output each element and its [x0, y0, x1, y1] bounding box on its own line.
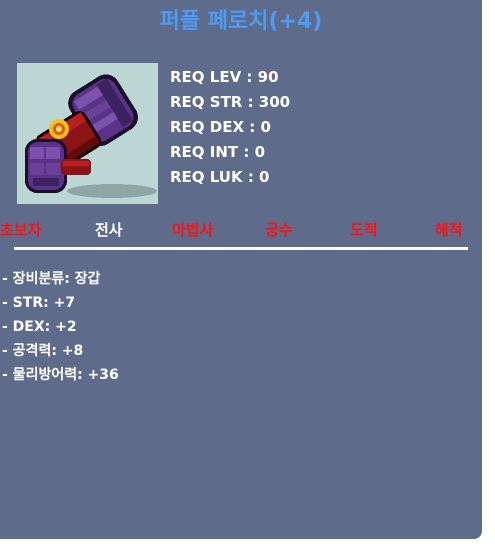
- stat-attack: - 공격력: +8: [2, 343, 84, 359]
- stat-list: - 장비분류: 장갑 - STR: +7 - DEX: +2 - 공격력: +8…: [2, 269, 119, 389]
- item-tooltip: 퍼플 페로치(+4) REQ LEV: 90 REQ STR: 300 RE…: [0, 0, 482, 539]
- job-bowman: 궁수: [265, 221, 293, 239]
- stat-dex: - DEX: +2: [2, 319, 77, 335]
- requirement-list: REQ LEV : 90 REQ STR : 300 REQ DEX : 0 R…: [170, 67, 290, 192]
- purple-glove-icon: [17, 63, 158, 204]
- job-warrior: 전사: [95, 221, 123, 239]
- stat-category: - 장비분류: 장갑: [2, 271, 101, 287]
- stat-str: - STR: +7: [2, 295, 76, 311]
- job-list: 초보자 전사 마법사 궁수 도적 해적: [0, 220, 482, 242]
- job-thief: 도적: [350, 221, 378, 239]
- job-magician: 마법사: [172, 221, 214, 239]
- item-name: 퍼플 페로치(+4): [159, 9, 323, 34]
- req-int: REQ INT : 0: [170, 143, 266, 161]
- stat-defense: - 물리방어력: +36: [2, 367, 119, 383]
- job-pirate: 해적: [435, 221, 463, 239]
- req-luk: REQ LUK : 0: [170, 168, 270, 186]
- divider: [14, 247, 468, 250]
- req-dex: REQ DEX : 0: [170, 118, 271, 136]
- job-beginner: 초보자: [0, 221, 42, 239]
- req-level: REQ LEV : 90: [170, 68, 279, 86]
- req-str: REQ STR : 300: [170, 93, 291, 111]
